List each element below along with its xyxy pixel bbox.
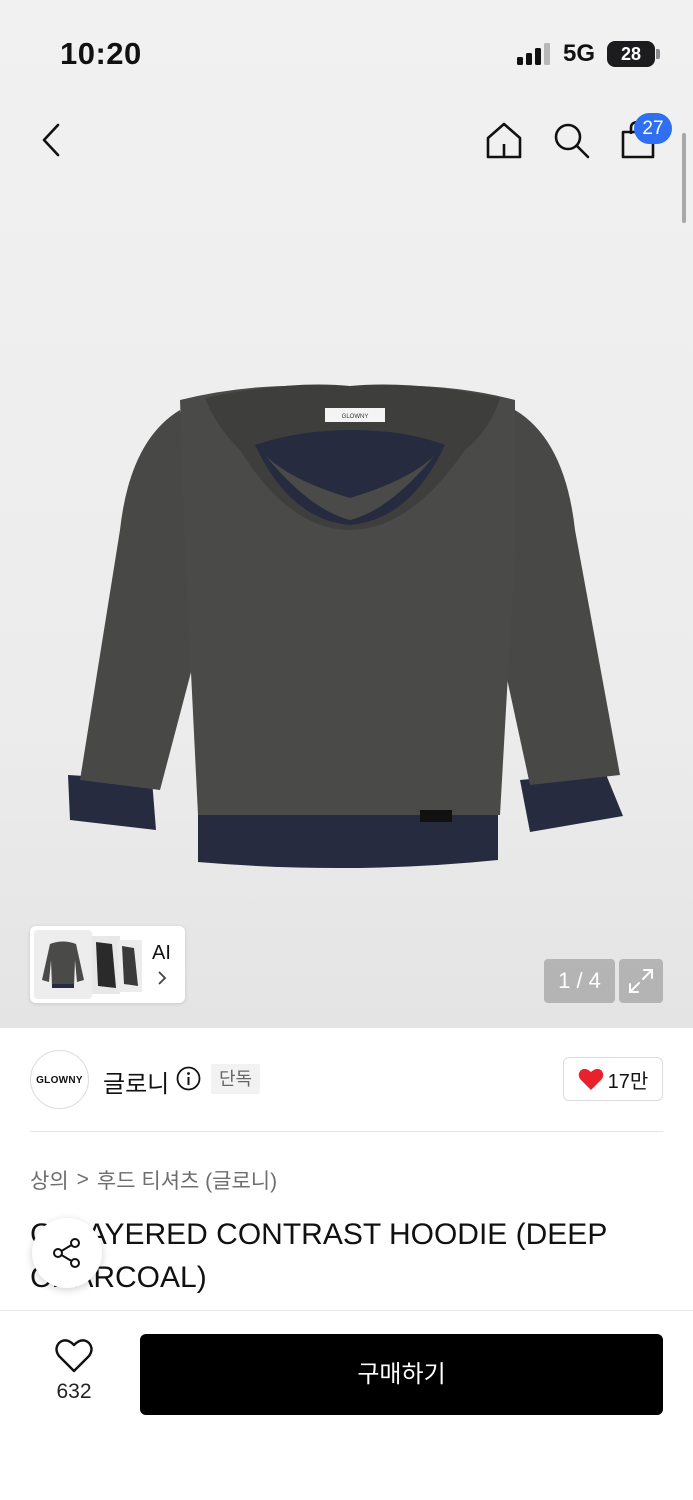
battery-icon: 28: [607, 41, 655, 67]
thumbnail-2[interactable]: [92, 936, 120, 994]
garment-label: GLOWNY: [342, 414, 369, 420]
signal-icon: [517, 43, 550, 65]
info-icon[interactable]: [176, 1066, 201, 1091]
heart-filled-icon: [578, 1068, 603, 1090]
expand-icon: [629, 969, 653, 993]
home-icon: [486, 122, 522, 159]
buy-button[interactable]: 구매하기: [140, 1334, 663, 1415]
thumbnail-image: [42, 941, 84, 988]
chevron-right-icon: [157, 970, 167, 991]
breadcrumb-separator: >: [76, 1168, 89, 1191]
brand-logo[interactable]: GLOWNY: [30, 1050, 89, 1109]
share-icon: [53, 1238, 80, 1268]
breadcrumb: 상의 > 후드 티셔츠 (글로니): [30, 1165, 277, 1195]
brand-like-count: 17만: [607, 1070, 649, 1093]
battery-tip: [656, 49, 660, 59]
brand-like-button[interactable]: 17만: [563, 1057, 663, 1101]
status-bar: 10:20 5G 28: [0, 0, 693, 110]
network-type: 5G: [563, 40, 596, 67]
chevron-left-icon: [42, 123, 60, 157]
back-button[interactable]: [30, 118, 74, 162]
product-image: GLOWNY: [68, 384, 623, 869]
breadcrumb-subcategory[interactable]: 후드 티셔츠 (글로니): [97, 1165, 277, 1195]
thumbnail-1[interactable]: [34, 930, 92, 999]
product-image-area[interactable]: GLOWNY 10:20 5G 28 27 AI 1 / 4: [0, 0, 693, 1028]
ai-label: AI: [152, 942, 171, 964]
thumbnail-image: [96, 942, 116, 988]
thumbnail-3[interactable]: [118, 940, 142, 992]
share-button[interactable]: [32, 1218, 102, 1288]
ai-thumbnail-strip[interactable]: AI: [30, 926, 185, 1003]
image-counter: 1 / 4: [544, 959, 615, 1003]
cart-count-badge: 27: [634, 113, 672, 144]
expand-button[interactable]: [619, 959, 663, 1003]
exclusive-badge: 단독: [211, 1064, 261, 1094]
search-button[interactable]: [549, 118, 593, 162]
search-icon: [554, 123, 590, 159]
wishlist-button[interactable]: 632: [38, 1336, 110, 1406]
thumbnail-image: [122, 946, 138, 986]
wishlist-count: 632: [56, 1380, 92, 1403]
heart-outline-icon: [55, 1339, 93, 1373]
product-title: G. LAYERED CONTRAST HOODIE (DEEP CHARCOA…: [30, 1218, 607, 1294]
home-button[interactable]: [482, 118, 526, 162]
brand-name[interactable]: 글로니: [103, 1064, 169, 1099]
divider: [30, 1131, 663, 1132]
scrollbar[interactable]: [682, 133, 686, 223]
breadcrumb-category[interactable]: 상의: [30, 1165, 69, 1195]
status-time: 10:20: [60, 36, 142, 71]
